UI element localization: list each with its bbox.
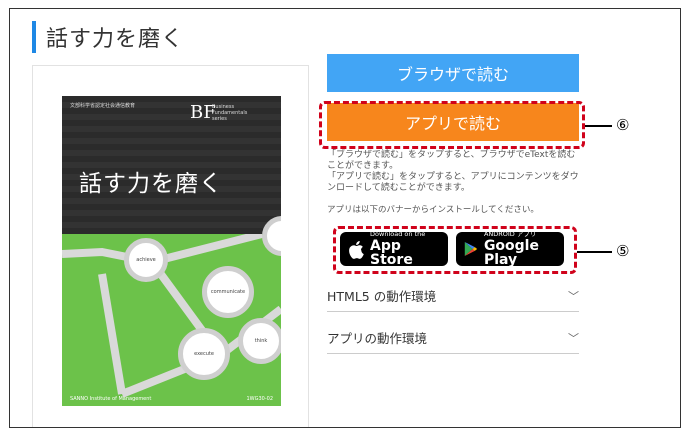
title-bar: 話す力を磨く: [32, 19, 184, 55]
annotation-number-6: ⑥: [616, 116, 630, 134]
bubble-achieve: achieve: [124, 238, 168, 282]
highlight-app-button: [319, 101, 585, 149]
accordion-html5-environment[interactable]: HTML5 の動作環境 ﹀: [327, 286, 579, 312]
publisher-label: 文部科学省認定社会通信教育: [70, 103, 136, 109]
book-cover: 文部科学省認定社会通信教育 BF Business Fundamentals s…: [62, 96, 281, 406]
book-footer-left: SANNO Institute of Management: [70, 396, 152, 402]
install-note: アプリは以下のバナーからインストールしてください。: [327, 205, 539, 215]
highlight-store-badges: [333, 226, 577, 274]
accordion-label: アプリの動作環境: [327, 331, 428, 346]
book-cover-title: 話す力を磨く: [79, 171, 223, 197]
page-title: 話す力を磨く: [46, 27, 185, 52]
read-in-browser-button[interactable]: ブラウザで読む: [327, 54, 579, 92]
read-description: 「ブラウザで読む」をタップすると、ブラウザでeTextを読むことができます。 「…: [327, 150, 579, 193]
annotation-number-5: ⑤: [616, 242, 630, 260]
pointer-line-6: [585, 125, 612, 127]
accordion-label: HTML5 の動作環境: [327, 289, 437, 304]
cover-panel: 文部科学省認定社会通信教育 BF Business Fundamentals s…: [32, 65, 309, 427]
network-lines: [62, 234, 281, 398]
book-cover-bottom: [62, 234, 281, 406]
accordion-app-environment[interactable]: アプリの動作環境 ﹀: [327, 328, 579, 354]
chevron-down-icon: ﹀: [568, 289, 579, 303]
title-accent-bar: [32, 21, 36, 53]
bubble-communicate: communicate: [202, 266, 254, 318]
book-footer-right: 1WG30-02: [246, 396, 273, 402]
book-series-label: Business Fundamentals series: [212, 104, 248, 122]
book-footer: SANNO Institute of Management 1WG30-02: [62, 396, 281, 402]
pointer-line-5: [577, 251, 612, 253]
chevron-down-icon: ﹀: [568, 331, 579, 345]
bubble-think: think: [238, 318, 281, 364]
bubble-execute: execute: [178, 328, 230, 380]
